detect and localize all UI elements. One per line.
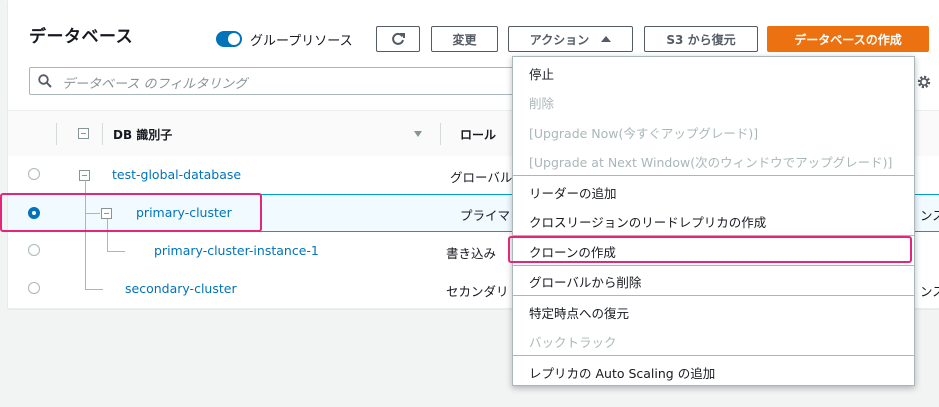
row-radio[interactable] [28, 168, 40, 180]
menu-item-point-in-time-restore[interactable]: 特定時点への復元 [529, 303, 629, 322]
column-header-db-id[interactable]: DB 識別子 [113, 126, 172, 143]
filter-input[interactable]: データベース のフィルタリング [29, 67, 519, 95]
role-cell: セカンダリ [446, 284, 509, 299]
gear-icon[interactable] [916, 74, 932, 90]
column-separator [440, 123, 441, 145]
refresh-button[interactable] [376, 26, 420, 52]
filter-placeholder: データベース のフィルタリング [62, 77, 248, 92]
clone-item-highlight [508, 236, 912, 263]
collapse-all-icon[interactable] [78, 128, 89, 139]
tree-line [85, 289, 103, 290]
search-icon [38, 74, 52, 88]
actions-menu: 停止 削除 [Upgrade Now(今すぐアップグレード)] [Upgrade… [512, 56, 915, 386]
role-cell: 書き込み [446, 246, 497, 261]
restore-from-s3-button[interactable]: S3 から復元 [644, 26, 758, 52]
menu-item-upgrade-now: [Upgrade Now(今すぐアップグレード)] [529, 126, 759, 141]
selection-highlight [0, 193, 262, 232]
actions-button[interactable]: アクション [508, 26, 633, 52]
status-cell: ンス [920, 208, 939, 223]
page-title: データベース [29, 27, 134, 47]
menu-divider [513, 265, 914, 266]
menu-item-add-reader[interactable]: リーダーの追加 [529, 183, 617, 202]
sort-caret-icon[interactable] [414, 131, 422, 137]
refresh-icon [392, 32, 405, 45]
status-cell: ンス [920, 284, 939, 299]
menu-divider [513, 355, 914, 356]
row-radio[interactable] [28, 244, 40, 256]
db-identifier-link[interactable]: test-global-database [112, 167, 241, 182]
menu-divider [513, 295, 914, 296]
create-database-button[interactable]: データベースの作成 [767, 26, 929, 52]
column-header-role[interactable]: ロール [460, 126, 496, 143]
menu-item-stop[interactable]: 停止 [529, 64, 554, 83]
tree-line [107, 251, 125, 252]
row-radio[interactable] [28, 282, 40, 294]
actions-button-label: アクション [529, 32, 590, 47]
menu-item-add-replica-auto-scaling[interactable]: レプリカの Auto Scaling の追加 [529, 363, 715, 382]
group-resources-toggle[interactable] [216, 31, 242, 47]
caret-up-icon [601, 36, 612, 42]
db-identifier-link[interactable]: secondary-cluster [125, 281, 237, 296]
column-separator [102, 123, 103, 145]
menu-item-backtrack: バックトラック [529, 335, 617, 350]
modify-button[interactable]: 変更 [431, 26, 498, 52]
toggle-knob [228, 33, 240, 45]
role-cell: グローバル [450, 170, 512, 185]
menu-item-upgrade-next-window: [Upgrade at Next Window(次のウィンドウでアップグレード)… [529, 155, 893, 170]
column-separator [56, 123, 57, 145]
menu-item-create-cross-region-replica[interactable]: クロスリージョンのリードレプリカの作成 [529, 212, 766, 231]
role-cell: プライマリ [460, 208, 512, 223]
menu-divider [513, 175, 914, 176]
db-identifier-link[interactable]: primary-cluster-instance-1 [154, 243, 319, 258]
menu-item-delete: 削除 [529, 96, 555, 111]
group-resources-label: グループリソース [250, 34, 353, 49]
menu-item-remove-from-global[interactable]: グローバルから削除 [529, 272, 641, 291]
